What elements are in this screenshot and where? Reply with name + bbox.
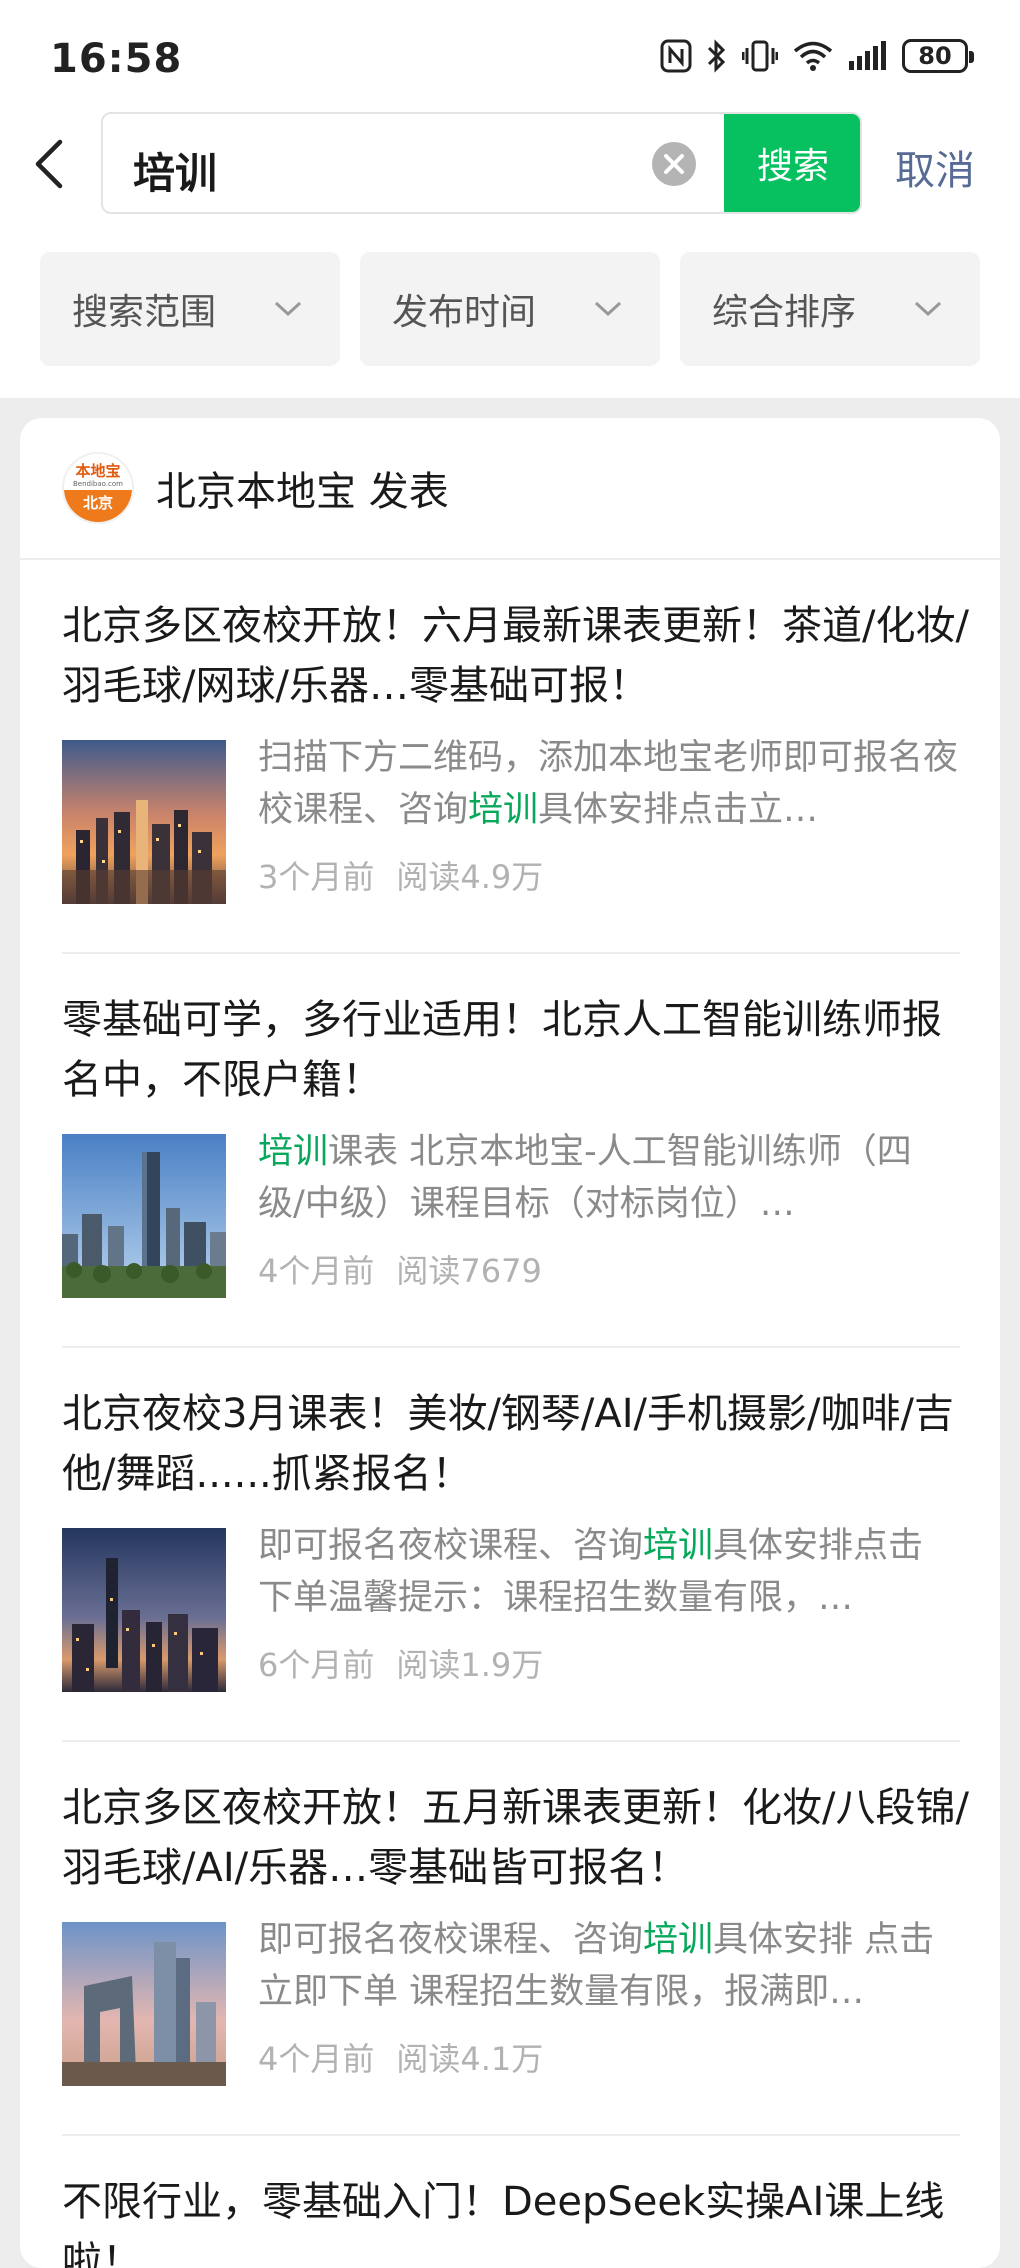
article-item[interactable]: 北京夜校3月课表！美妆/钢琴/AI/手机摄影/咖啡/吉他/舞蹈......抓紧报…	[62, 1348, 960, 1742]
article-snippet: 扫描下方二维码，添加本地宝老师即可报名夜校课程、咨询培训具体安排点击立…	[258, 738, 958, 830]
logo-city: 北京	[64, 490, 132, 522]
battery-icon: 80	[902, 39, 974, 73]
logo-url: Bendibao.com	[72, 480, 123, 488]
article-item[interactable]: 零基础可学，多行业适用！北京人工智能训练师报名中，不限户籍！ 培训课表 北京本地…	[62, 954, 960, 1348]
article-thumbnail[interactable]	[62, 1134, 226, 1298]
close-icon	[664, 154, 684, 174]
article-reads: 阅读7679	[396, 1252, 542, 1290]
account-name[interactable]: 北京本地宝 发表	[156, 459, 449, 517]
chevron-down-icon	[914, 301, 942, 317]
article-reads: 阅读1.9万	[396, 1646, 544, 1684]
filter-search-scope[interactable]: 搜索范围	[40, 252, 340, 366]
article-reads: 阅读4.1万	[396, 2040, 544, 2078]
article-item[interactable]: 北京多区夜校开放！五月新课表更新！化妆/八段锦/羽毛球/AI/乐器…零基础皆可报…	[62, 1742, 969, 2136]
article-meta: 4个月前 阅读7679	[258, 1246, 542, 1292]
article-thumbnail[interactable]	[62, 1528, 226, 1692]
vibrate-icon	[742, 40, 778, 72]
article-time: 6个月前	[258, 1646, 375, 1684]
filter-sort[interactable]: 综合排序	[680, 252, 980, 366]
article-snippet: 即可报名夜校课程、咨询培训具体安排点击下单温馨提示：课程招生数量有限，…	[258, 1526, 924, 1618]
article-title[interactable]: 北京夜校3月课表！美妆/钢琴/AI/手机摄影/咖啡/吉他/舞蹈......抓紧报…	[62, 1348, 972, 1504]
article-title[interactable]: 不限行业，零基础入门！DeepSeek实操AI课上线啦！	[62, 2136, 972, 2268]
search-row: 培训 搜索 取消	[0, 112, 1020, 214]
wifi-icon	[793, 41, 833, 71]
search-box[interactable]: 培训 搜索	[101, 112, 862, 214]
bluetooth-icon	[707, 39, 726, 73]
article-time: 4个月前	[258, 2040, 375, 2078]
article-meta: 3个月前 阅读4.9万	[258, 852, 543, 898]
keyword-highlight: 培训	[643, 1526, 714, 1566]
header-area: 16:58 80 培训 搜索 取消 搜索范围 发布时间 综合排序	[0, 0, 1020, 398]
article-time: 3个月前	[258, 858, 375, 896]
status-icons: 80	[660, 38, 974, 74]
results-card: 本地宝 Bendibao.com 北京 北京本地宝 发表 北京多区夜校开放！六月…	[20, 418, 1000, 2268]
chevron-down-icon	[594, 301, 622, 317]
keyword-highlight: 培训	[643, 1920, 714, 1960]
logo-text: 本地宝	[75, 462, 121, 480]
chevron-left-icon	[35, 139, 63, 189]
article-meta: 6个月前 阅读1.9万	[258, 1640, 543, 1686]
filter-label: 综合排序	[712, 292, 857, 333]
article-item[interactable]: 不限行业，零基础入门！DeepSeek实操AI课上线啦！	[62, 2136, 960, 2268]
article-thumbnail[interactable]	[62, 1922, 226, 2086]
nfc-icon	[660, 39, 692, 73]
status-bar: 16:58 80	[0, 0, 1020, 110]
article-snippet: 即可报名夜校课程、咨询培训具体安排 点击立即下单 课程招生数量有限，报满即…	[258, 1920, 935, 2012]
keyword-highlight: 培训	[468, 790, 539, 830]
clear-button[interactable]	[652, 142, 696, 186]
article-title[interactable]: 零基础可学，多行业适用！北京人工智能训练师报名中，不限户籍！	[62, 954, 972, 1110]
signal-icon	[849, 41, 886, 70]
search-input[interactable]: 培训	[133, 140, 633, 201]
filter-label: 搜索范围	[72, 292, 217, 333]
cancel-button[interactable]: 取消	[895, 138, 975, 196]
article-reads: 阅读4.9万	[396, 858, 544, 896]
account-avatar[interactable]: 本地宝 Bendibao.com 北京	[62, 452, 134, 524]
filter-bar: 搜索范围 发布时间 综合排序	[40, 252, 980, 366]
article-time: 4个月前	[258, 1252, 375, 1290]
filter-label: 发布时间	[392, 292, 537, 333]
article-thumbnail[interactable]	[62, 740, 226, 904]
search-button[interactable]: 搜索	[724, 114, 860, 212]
filter-publish-time[interactable]: 发布时间	[360, 252, 660, 366]
account-header[interactable]: 本地宝 Bendibao.com 北京 北京本地宝 发表	[20, 418, 1000, 560]
article-title[interactable]: 北京多区夜校开放！五月新课表更新！化妆/八段锦/羽毛球/AI/乐器…零基础皆可报…	[62, 1742, 972, 1898]
article-meta: 4个月前 阅读4.1万	[258, 2034, 543, 2080]
article-title[interactable]: 北京多区夜校开放！六月最新课表更新！茶道/化妆/羽毛球/网球/乐器…零基础可报！	[62, 560, 972, 716]
status-time: 16:58	[50, 36, 183, 82]
article-snippet: 培训课表 北京本地宝-人工智能训练师（四级/中级）课程目标（对标岗位）…	[258, 1132, 912, 1224]
keyword-highlight: 培训	[258, 1132, 329, 1172]
chevron-down-icon	[274, 301, 302, 317]
back-button[interactable]	[30, 138, 70, 190]
article-item[interactable]: 北京多区夜校开放！六月最新课表更新！茶道/化妆/羽毛球/网球/乐器…零基础可报！…	[62, 560, 969, 954]
